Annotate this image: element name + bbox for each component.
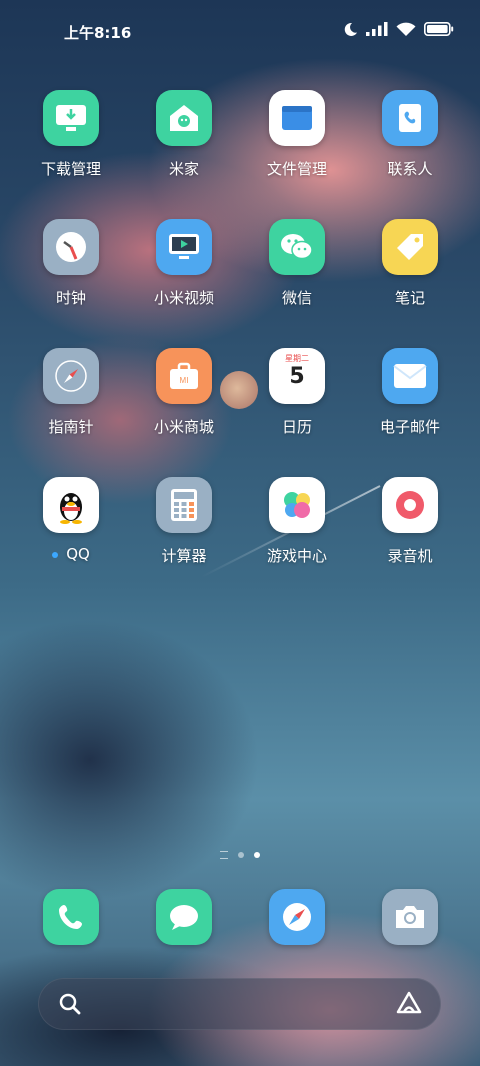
app-mi-store[interactable]: MI 小米商城 — [129, 348, 239, 437]
dock-camera[interactable] — [355, 889, 465, 945]
app-email[interactable]: 电子邮件 — [355, 348, 465, 437]
game-center-icon — [269, 477, 325, 533]
status-icons — [342, 21, 454, 37]
app-label: 米家 — [168, 160, 199, 178]
dock-browser[interactable] — [242, 889, 352, 945]
app-label: 游戏中心 — [266, 547, 327, 565]
app-label: 微信 — [281, 289, 312, 307]
app-calculator[interactable]: 计算器 — [129, 477, 239, 566]
qq-label-text: QQ — [66, 545, 90, 563]
app-label: QQ — [16, 545, 126, 563]
app-notes[interactable]: 笔记 — [355, 219, 465, 308]
clock-icon — [43, 219, 99, 275]
app-label: 联系人 — [387, 160, 433, 178]
recorder-icon — [382, 477, 438, 533]
app-recorder[interactable]: 录音机 — [355, 477, 465, 566]
page-indicator-minus1 — [220, 851, 228, 859]
app-download-manager[interactable]: 下载管理 — [16, 90, 126, 179]
notes-tag-icon — [382, 219, 438, 275]
calendar-icon: 星期二 5 — [269, 348, 325, 404]
svg-text:MI: MI — [180, 376, 189, 385]
app-label: 下载管理 — [40, 160, 101, 178]
app-mijia[interactable]: 米家 — [129, 90, 239, 179]
mail-icon — [382, 348, 438, 404]
camera-icon — [382, 889, 438, 945]
page-indicator[interactable] — [0, 851, 480, 859]
app-label: 录音机 — [387, 547, 433, 565]
dock-phone[interactable] — [16, 889, 126, 945]
app-label: 指南针 — [48, 418, 94, 436]
new-badge — [52, 551, 59, 558]
assistant-icon[interactable] — [395, 990, 423, 1016]
app-label: 小米视频 — [153, 289, 214, 307]
contacts-icon — [382, 90, 438, 146]
app-compass[interactable]: 指南针 — [16, 348, 126, 437]
browser-compass-icon — [269, 889, 325, 945]
wechat-icon — [269, 219, 325, 275]
qq-penguin-icon — [43, 477, 99, 533]
calendar-day: 5 — [289, 364, 305, 389]
moon-icon — [344, 22, 357, 36]
app-label: 笔记 — [394, 289, 425, 307]
signal-icon — [366, 22, 388, 36]
app-label: 小米商城 — [153, 418, 214, 436]
video-icon — [156, 219, 212, 275]
app-contacts[interactable]: 联系人 — [355, 90, 465, 179]
app-wechat[interactable]: 微信 — [242, 219, 352, 308]
app-file-manager[interactable]: 文件管理 — [242, 90, 352, 179]
page-dot-3-current — [254, 852, 260, 858]
page-dot-2 — [238, 852, 244, 858]
search-bar[interactable] — [38, 978, 441, 1030]
phone-icon — [43, 889, 99, 945]
download-monitor-icon — [43, 90, 99, 146]
messages-icon — [156, 889, 212, 945]
folder-icon — [269, 90, 325, 146]
search-icon[interactable] — [58, 992, 82, 1016]
app-qq[interactable]: QQ — [16, 477, 126, 563]
status-bar: 上午8:16 — [0, 0, 480, 62]
app-clock[interactable]: 时钟 — [16, 219, 126, 308]
app-mi-video[interactable]: 小米视频 — [129, 219, 239, 308]
app-label: 时钟 — [55, 289, 86, 307]
app-label: 电子邮件 — [379, 418, 440, 436]
dock-messages[interactable] — [129, 889, 239, 945]
app-label: 文件管理 — [266, 160, 327, 178]
app-game-center[interactable]: 游戏中心 — [242, 477, 352, 566]
status-time: 上午8:16 — [64, 24, 132, 42]
battery-icon — [424, 22, 454, 36]
compass-icon — [43, 348, 99, 404]
calculator-icon — [156, 477, 212, 533]
wifi-icon — [396, 22, 416, 36]
app-calendar[interactable]: 星期二 5 日历 — [242, 348, 352, 437]
app-label: 计算器 — [161, 547, 207, 565]
app-label: 日历 — [281, 418, 312, 436]
mijia-home-icon — [156, 90, 212, 146]
calendar-weekday: 星期二 — [285, 354, 309, 363]
mi-store-bag-icon: MI — [156, 348, 212, 404]
